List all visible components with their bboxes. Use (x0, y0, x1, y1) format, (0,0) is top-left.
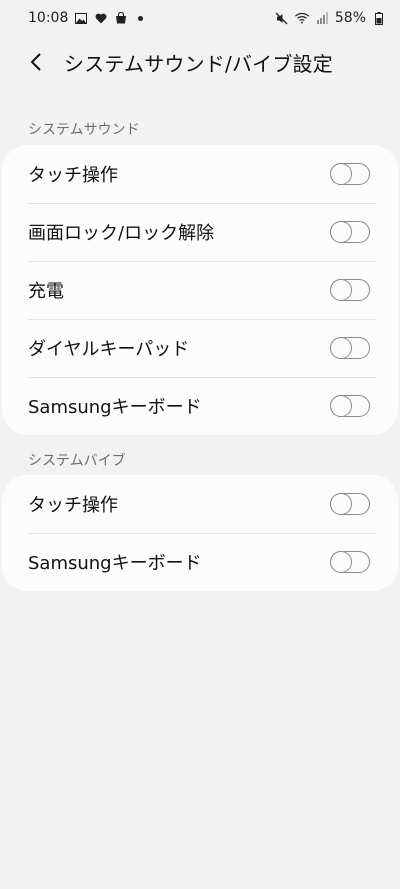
setting-row-touch[interactable]: タッチ操作 (2, 145, 398, 203)
toggle-knob (329, 278, 352, 301)
battery-icon (372, 11, 386, 25)
section-header-system-sound: システムサウンド (28, 122, 140, 138)
setting-row-touch-vibration[interactable]: タッチ操作 (2, 475, 398, 533)
toggle-switch[interactable] (329, 492, 370, 515)
setting-row-charging[interactable]: 充電 (2, 261, 398, 319)
mute-icon (275, 11, 289, 25)
toggle-knob (329, 162, 352, 185)
setting-label: ダイヤルキーパッド (28, 339, 190, 360)
toggle-knob (329, 220, 352, 243)
toggle-knob (329, 394, 352, 417)
app-bar: システムサウンド/バイブ設定 (0, 38, 400, 86)
battery-percent: 58% (334, 10, 366, 26)
toggle-switch[interactable] (329, 278, 370, 301)
toggle-knob (329, 492, 352, 515)
toggle-switch[interactable] (329, 162, 370, 185)
heart-icon (94, 11, 108, 25)
setting-label: 充電 (28, 281, 64, 302)
shopping-bag-icon (114, 11, 128, 25)
notification-dot (138, 15, 144, 21)
setting-label: タッチ操作 (28, 495, 118, 516)
status-bar: 10:08 58% (0, 0, 400, 36)
toggle-switch[interactable] (329, 336, 370, 359)
status-time: 10:08 (28, 10, 69, 26)
toggle-switch[interactable] (329, 220, 370, 243)
setting-row-samsung-keyboard-vibration[interactable]: Samsungキーボード (2, 533, 398, 591)
signal-icon (315, 11, 329, 25)
setting-row-screen-lock[interactable]: 画面ロック/ロック解除 (2, 203, 398, 261)
chevron-left-icon (30, 53, 41, 71)
setting-label: Samsungキーボード (28, 397, 202, 418)
setting-label: Samsungキーボード (28, 553, 202, 574)
wifi-icon (294, 11, 309, 25)
system-vibration-card: タッチ操作 Samsungキーボード (2, 475, 398, 591)
back-button[interactable] (22, 48, 50, 76)
toggle-switch[interactable] (329, 394, 370, 417)
toggle-knob (329, 550, 352, 573)
setting-label: 画面ロック/ロック解除 (28, 223, 215, 244)
gallery-icon (74, 11, 88, 25)
setting-row-samsung-keyboard[interactable]: Samsungキーボード (2, 377, 398, 435)
system-sound-card: タッチ操作 画面ロック/ロック解除 充電 ダイヤルキーパッド Samsungキー… (2, 145, 398, 435)
setting-row-dial-keypad[interactable]: ダイヤルキーパッド (2, 319, 398, 377)
setting-label: タッチ操作 (28, 165, 118, 186)
section-header-system-vibration: システムバイブ (28, 453, 126, 469)
page-title: システムサウンド/バイブ設定 (64, 51, 333, 76)
toggle-knob (329, 336, 352, 359)
toggle-switch[interactable] (329, 550, 370, 573)
